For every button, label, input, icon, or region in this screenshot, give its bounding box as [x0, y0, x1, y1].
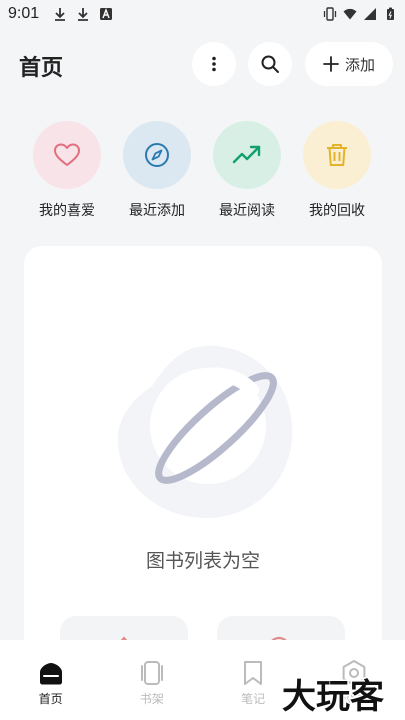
more-vertical-icon	[212, 56, 216, 72]
planet-icon	[117, 345, 293, 519]
search-button[interactable]	[248, 42, 292, 86]
nav-label-home: 首页	[38, 692, 63, 706]
quick-recycle-circle[interactable]	[303, 121, 371, 189]
heart-icon	[54, 143, 80, 166]
quick-recent-added-circle[interactable]	[123, 121, 191, 189]
watermark-logo: 大玩客	[281, 676, 386, 717]
quick-recycle[interactable]: 我的回收	[292, 121, 382, 220]
wifi-icon	[343, 8, 357, 20]
nav-item-bookshelf[interactable]: 书架	[101, 640, 202, 720]
quick-recycle-label: 我的回收	[309, 203, 365, 219]
svg-text:大玩客: 大玩客	[282, 677, 384, 716]
download-icon	[78, 8, 89, 21]
compass-icon	[145, 143, 169, 167]
quick-actions: 我的喜爱 最近添加 最近阅读 我的回收	[0, 121, 405, 221]
quick-recent-added[interactable]: 最近添加	[112, 121, 202, 220]
quick-recent-read-circle[interactable]	[213, 121, 281, 189]
empty-state-text: 图书列表为空	[145, 550, 260, 572]
bookmark-icon	[244, 661, 263, 685]
nav-label-notes: 笔记	[241, 692, 266, 706]
quick-favorites[interactable]: 我的喜爱	[22, 121, 112, 220]
nav-item-home[interactable]: 首页	[0, 640, 101, 720]
book-list-card: 图书列表为空	[24, 246, 382, 670]
status-bar: 9:01	[0, 0, 405, 28]
download-icon	[55, 8, 66, 21]
more-button[interactable]	[192, 42, 236, 86]
trash-icon	[327, 144, 347, 166]
status-time: 9:01	[8, 5, 40, 22]
quick-favorites-circle[interactable]	[33, 121, 101, 189]
trending-up-icon	[232, 145, 261, 164]
quick-recent-read-label: 最近阅读	[219, 203, 275, 219]
page-title: 首页	[19, 56, 64, 81]
signal-icon	[364, 8, 376, 20]
vibrate-icon	[323, 7, 337, 21]
bookshelf-icon	[140, 661, 163, 685]
nav-label-bookshelf: 书架	[139, 692, 164, 706]
search-icon	[261, 55, 279, 73]
font-a-icon	[100, 8, 113, 20]
quick-favorites-label: 我的喜爱	[39, 203, 95, 219]
add-button-label: 添加	[344, 55, 375, 74]
add-button[interactable]: 添加	[305, 42, 393, 86]
quick-recent-read[interactable]: 最近阅读	[202, 121, 292, 220]
plus-icon	[323, 56, 339, 72]
quick-recent-added-label: 最近添加	[129, 203, 185, 219]
header: 首页 添加	[0, 38, 405, 90]
battery-icon	[387, 7, 394, 20]
home-icon	[39, 663, 62, 685]
